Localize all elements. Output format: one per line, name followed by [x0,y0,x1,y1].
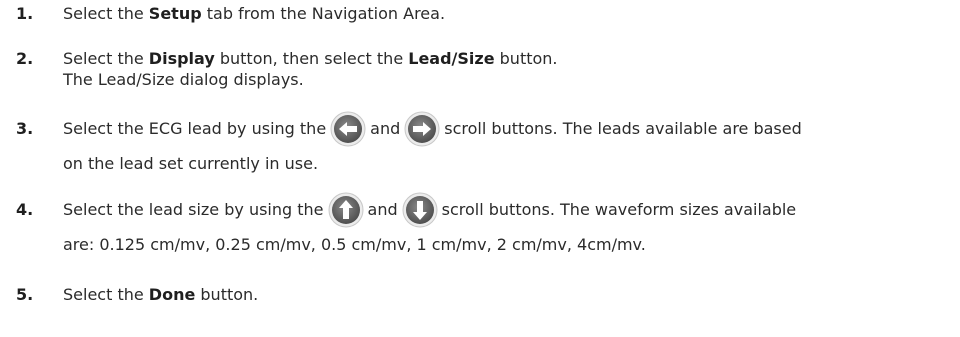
step-text-post: scroll buttons. The leads available are … [444,119,802,138]
step-number: 1. [16,4,34,23]
step-text-post: button. [494,49,558,68]
step-text: Select the Display button, then select t… [63,48,558,70]
step-text-post: scroll buttons. The waveform sizes avail… [441,200,797,219]
down-arrow-icon [402,192,438,228]
step-text-line2: on the lead set currently in use. [63,154,319,173]
left-arrow-icon [330,111,366,147]
step-number: 2. [16,49,34,68]
done-label: Done [148,285,196,304]
up-arrow-icon [328,192,364,228]
step-number: 4. [16,200,34,219]
step-text-pre: Select the [63,285,149,304]
step-text: Select the Setup tab from the Navigation… [63,3,445,25]
step-number: 3. [16,119,34,138]
step-text: Select the lead size by using the and sc… [63,192,797,227]
step-text: Select the ECG lead by using the and scr… [63,111,802,146]
and-text: and [370,119,401,138]
step-text-post: tab from the Navigation Area. [201,4,446,23]
lead-size-label: Lead/Size [408,49,495,68]
step-text-line2: are: 0.125 cm/mv, 0.25 cm/mv, 0.5 cm/mv,… [63,235,646,254]
right-arrow-icon [404,111,440,147]
and-text: and [367,200,398,219]
step-result-text: The Lead/Size dialog displays. [63,70,304,89]
step-text-pre: Select the ECG lead by using the [63,119,327,138]
step-text-pre: Select the lead size by using the [63,200,324,219]
display-label: Display [148,49,215,68]
step-text-post: button. [195,285,259,304]
step-number: 5. [16,285,34,304]
setup-label: Setup [148,4,202,23]
step-text-mid: button, then select the [214,49,409,68]
step-text-pre: Select the [63,49,149,68]
step-text-pre: Select the [63,4,149,23]
step-text: Select the Done button. [63,284,258,306]
